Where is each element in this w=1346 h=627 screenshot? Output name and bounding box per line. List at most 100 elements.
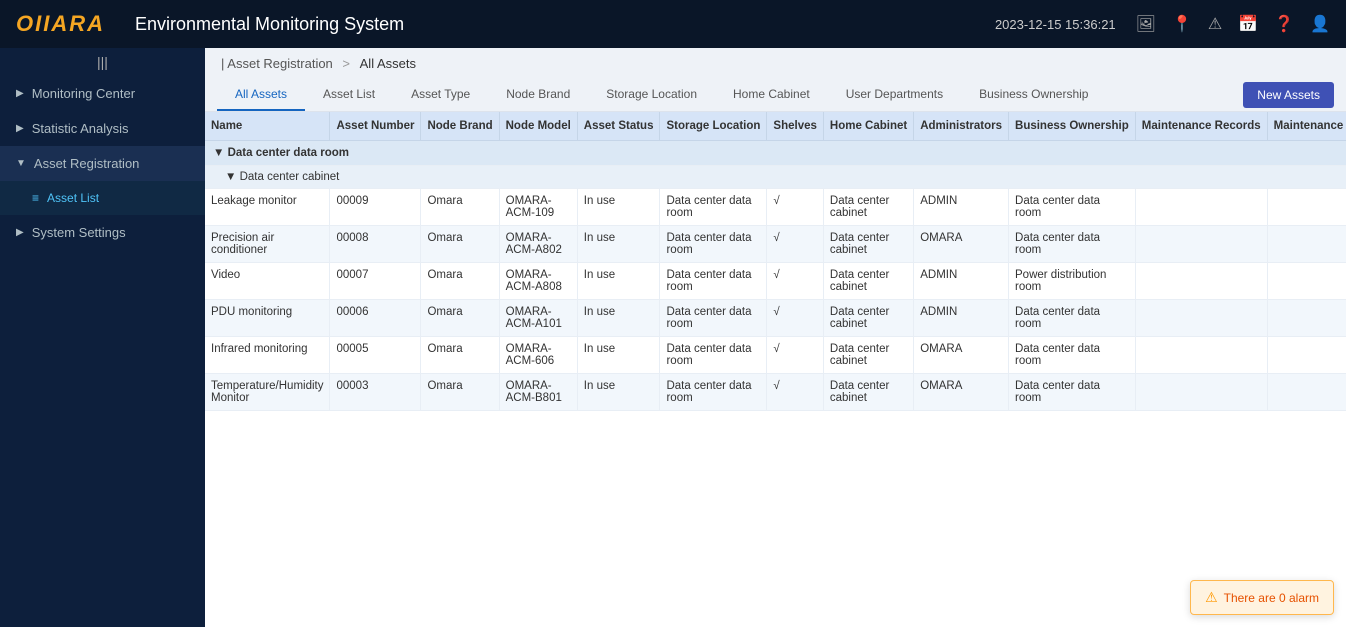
sidebar-item-statistic-analysis[interactable]: ▶ Statistic Analysis [0,111,205,146]
cell-name: Temperature/Humidity Monitor [205,374,330,411]
cell-maintenance2 [1267,300,1346,337]
tab-storage-location[interactable]: Storage Location [588,79,715,111]
col-asset-status: Asset Status [577,112,660,141]
cell-home-cabinet: Data center cabinet [823,263,913,300]
tabs-bar: All Assets Asset List Asset Type Node Br… [205,79,1346,112]
cell-name: Infrared monitoring [205,337,330,374]
cell-node-model: OMARA-ACM-109 [499,189,577,226]
cell-asset-number: 00005 [330,337,421,374]
cell-asset-number: 00006 [330,300,421,337]
cell-asset-status: In use [577,337,660,374]
group-expand-icon[interactable]: ▼ [213,147,224,159]
cell-name: Video [205,263,330,300]
cell-shelves: √ [767,374,823,411]
tab-user-departments[interactable]: User Departments [828,79,961,111]
sidebar-toggle[interactable]: ||| [0,48,205,76]
cell-name: Leakage monitor [205,189,330,226]
subgroup-label: ▼ Data center cabinet [205,166,1346,189]
cell-administrators: OMARA [914,337,1009,374]
cell-maintenance1 [1135,374,1267,411]
table-row: Leakage monitor 00009 Omara OMARA-ACM-10… [205,189,1346,226]
system-settings-arrow: ▶ [16,227,24,238]
cell-node-brand: Omara [421,189,499,226]
cell-storage-location: Data center data room [660,337,767,374]
cell-maintenance1 [1135,300,1267,337]
cell-asset-number: 00007 [330,263,421,300]
sidebar-item-monitoring-center[interactable]: ▶ Monitoring Center [0,76,205,111]
cell-maintenance1 [1135,263,1267,300]
col-storage-location: Storage Location [660,112,767,141]
tab-node-brand[interactable]: Node Brand [488,79,588,111]
cell-shelves: √ [767,337,823,374]
monitoring-center-arrow: ▶ [16,88,24,99]
breadcrumb-current: All Assets [360,56,416,71]
cell-asset-status: In use [577,226,660,263]
cell-business-ownership: Data center data room [1009,300,1136,337]
sidebar-label-asset-registration: Asset Registration [34,156,140,171]
cell-business-ownership: Data center data room [1009,374,1136,411]
user-icon[interactable]: 👤 [1310,14,1330,34]
cell-storage-location: Data center data room [660,263,767,300]
cell-asset-status: In use [577,374,660,411]
sidebar-label-system-settings: System Settings [32,225,126,240]
cell-storage-location: Data center data room [660,300,767,337]
sidebar-item-asset-registration[interactable]: ▼ Asset Registration [0,146,205,181]
cell-home-cabinet: Data center cabinet [823,189,913,226]
cell-maintenance1 [1135,226,1267,263]
content-area: | Asset Registration > All Assets All As… [205,48,1346,627]
statistic-analysis-arrow: ▶ [16,123,24,134]
cell-business-ownership: Data center data room [1009,226,1136,263]
calendar-icon[interactable]: 📅 [1238,14,1258,34]
cell-business-ownership: Power distribution room [1009,263,1136,300]
cell-asset-status: In use [577,189,660,226]
help-icon[interactable]: ❓ [1274,14,1294,34]
cell-node-model: OMARA-ACM-A802 [499,226,577,263]
sidebar-item-asset-list[interactable]: ≡ Asset List [0,181,205,215]
alarm-toast[interactable]: ⚠ There are 0 alarm [1190,580,1334,615]
cell-name: PDU monitoring [205,300,330,337]
subgroup-expand-icon[interactable]: ▼ [225,171,236,183]
cell-node-model: OMARA-ACM-A808 [499,263,577,300]
cell-node-brand: Omara [421,226,499,263]
location-icon[interactable]: 📍 [1172,14,1192,34]
col-name: Name [205,112,330,141]
cell-asset-number: 00009 [330,189,421,226]
cell-administrators: OMARA [914,226,1009,263]
table-row: Infrared monitoring 00005 Omara OMARA-AC… [205,337,1346,374]
col-node-model: Node Model [499,112,577,141]
asset-registration-arrow: ▼ [16,158,26,169]
tab-business-ownership[interactable]: Business Ownership [961,79,1106,111]
new-assets-button[interactable]: New Assets [1243,82,1334,108]
table-row: Video 00007 Omara OMARA-ACM-A808 In use … [205,263,1346,300]
group-label: ▼ Data center data room [205,141,1346,166]
cell-home-cabinet: Data center cabinet [823,300,913,337]
cell-node-brand: Omara [421,263,499,300]
sidebar-item-system-settings[interactable]: ▶ System Settings [0,215,205,250]
datetime: 2023-12-15 15:36:21 [995,17,1116,32]
tab-all-assets[interactable]: All Assets [217,79,305,111]
col-administrators: Administrators [914,112,1009,141]
cell-home-cabinet: Data center cabinet [823,226,913,263]
tab-asset-type[interactable]: Asset Type [393,79,488,111]
group-row-data-center: ▼ Data center data room [205,141,1346,166]
alarm-toast-message: There are 0 alarm [1224,591,1319,605]
cell-maintenance1 [1135,337,1267,374]
cell-administrators: ADMIN [914,300,1009,337]
sidebar-submenu-asset: ≡ Asset List [0,181,205,215]
image-icon[interactable]: 🖼 [1136,14,1156,34]
cell-node-brand: Omara [421,337,499,374]
alert-icon[interactable]: ⚠ [1208,14,1222,34]
cell-maintenance1 [1135,189,1267,226]
sidebar-label-monitoring-center: Monitoring Center [32,86,135,101]
tab-asset-list[interactable]: Asset List [305,79,393,111]
header-icons: 🖼 📍 ⚠ 📅 ❓ 👤 [1136,14,1330,34]
cell-node-brand: Omara [421,374,499,411]
cell-shelves: √ [767,226,823,263]
table-container[interactable]: Name Asset Number Node Brand Node Model … [205,112,1346,627]
cell-node-model: OMARA-ACM-606 [499,337,577,374]
logo: OIIARA [16,11,105,37]
cell-asset-status: In use [577,263,660,300]
tab-home-cabinet[interactable]: Home Cabinet [715,79,828,111]
table-row: Precision air conditioner 00008 Omara OM… [205,226,1346,263]
main-layout: ||| ▶ Monitoring Center ▶ Statistic Anal… [0,48,1346,627]
